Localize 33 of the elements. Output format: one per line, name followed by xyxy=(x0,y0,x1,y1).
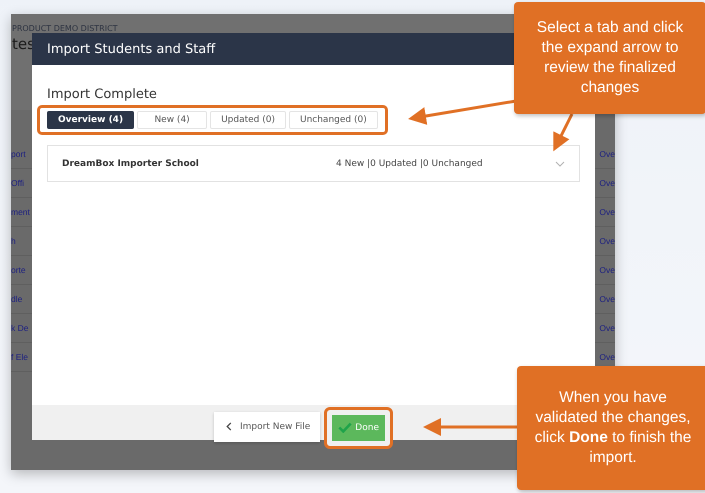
school-row[interactable]: DreamBox Importer School 4 New |0 Updated |0 Unchanged xyxy=(47,145,580,182)
tab[interactable]: Unchanged (0) xyxy=(288,111,378,129)
table-link[interactable]: f Ele xyxy=(11,352,28,362)
chevron-icon[interactable] xyxy=(555,160,565,166)
chevron-left-icon xyxy=(226,422,232,431)
table-link[interactable]: Ove xyxy=(599,294,615,304)
callout-text: When you have validated the changes, click Done to finish the import. xyxy=(534,388,692,468)
table-link[interactable]: Ove xyxy=(599,178,615,188)
dialog-title: Import Students and Staff xyxy=(47,42,216,56)
table-link[interactable]: h xyxy=(11,236,16,246)
import-status-heading: Import Complete xyxy=(47,87,158,102)
tab[interactable]: New (4) xyxy=(137,111,208,129)
import-new-file-button[interactable]: Import New File xyxy=(214,412,320,442)
done-button[interactable]: Done xyxy=(332,414,385,440)
school-name: DreamBox Importer School xyxy=(62,158,200,168)
table-link[interactable]: orte xyxy=(11,265,26,275)
table-link[interactable]: k De xyxy=(11,323,28,333)
table-link[interactable]: Ove xyxy=(599,265,615,275)
callout-text: Select a tab and click the expand arrow to review the finalized changes xyxy=(536,18,684,98)
table-link[interactable]: Ove xyxy=(599,236,615,246)
tab[interactable]: Updated (0) xyxy=(210,111,286,129)
tab[interactable]: Overview (4) xyxy=(47,111,134,129)
import-summary: 4 New |0 Updated |0 Unchanged xyxy=(336,158,484,168)
table-link[interactable]: ment xyxy=(11,207,30,217)
table-link[interactable]: port xyxy=(11,149,26,159)
table-link[interactable]: dle xyxy=(11,294,22,304)
table-link[interactable]: Ove xyxy=(599,352,615,362)
district-label: PRODUCT DEMO DISTRICT xyxy=(12,24,118,33)
table-link[interactable]: Offi xyxy=(11,178,24,188)
table-link[interactable]: Ove xyxy=(599,323,615,333)
checkmark-icon xyxy=(338,422,352,433)
table-link[interactable]: Ove xyxy=(599,207,615,217)
table-link[interactable]: Ove xyxy=(599,149,615,159)
